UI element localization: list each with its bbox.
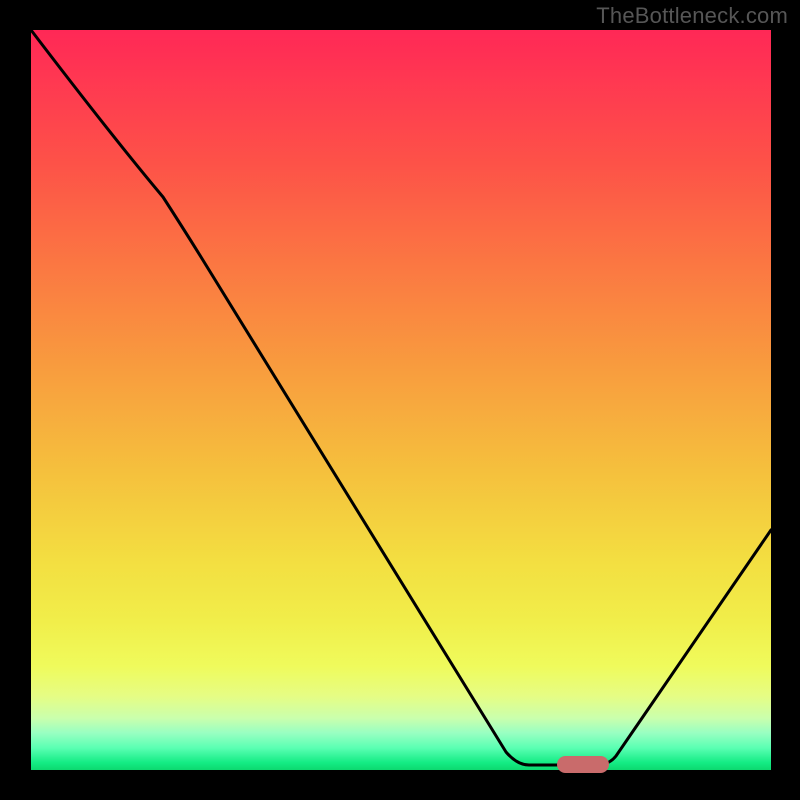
bottleneck-curve [31,30,771,770]
watermark-text: TheBottleneck.com [596,3,788,29]
optimal-marker [557,756,609,773]
chart-frame: TheBottleneck.com [0,0,800,800]
plot-area [31,30,771,770]
